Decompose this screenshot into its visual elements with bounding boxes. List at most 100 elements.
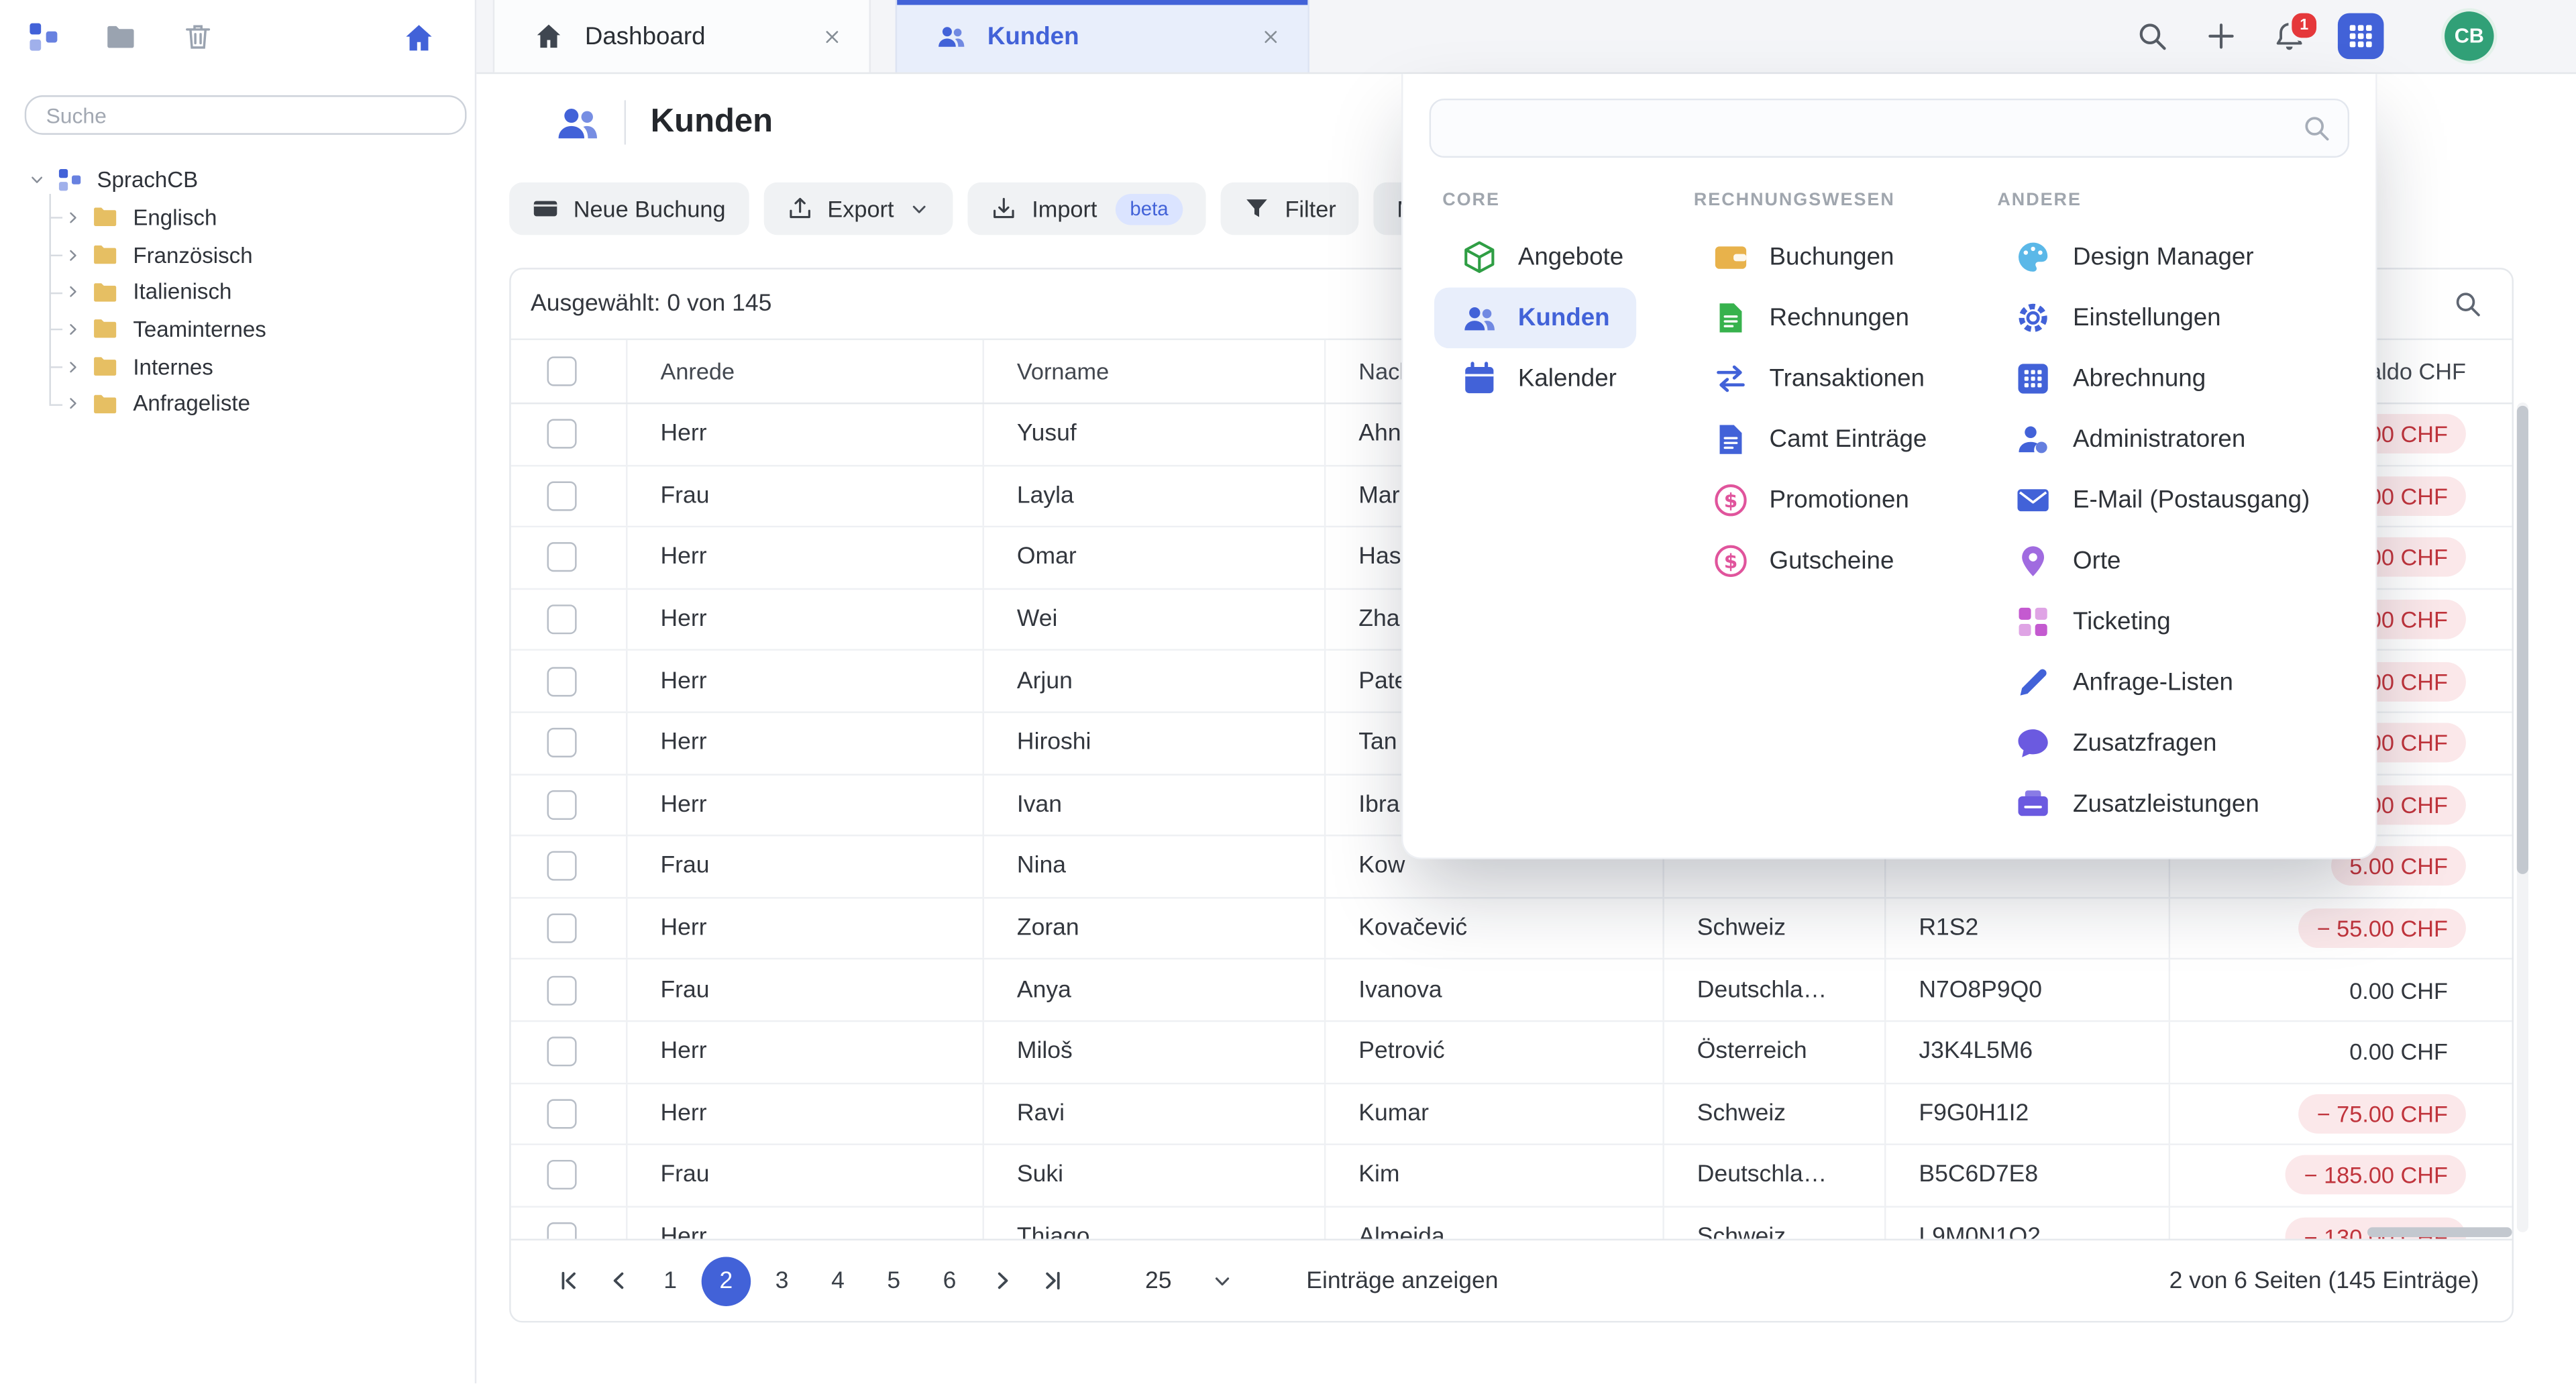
- cell-saldo: 0.00 CHF: [2170, 1022, 2512, 1082]
- tree-item-franzoesisch[interactable]: Französisch: [0, 236, 475, 274]
- row-checkbox[interactable]: [547, 1099, 577, 1128]
- page-button-5[interactable]: 5: [869, 1256, 918, 1305]
- launcher-item-label: Transaktionen: [1770, 365, 1925, 393]
- notifications-button[interactable]: 1: [2272, 19, 2306, 53]
- tree-item-anfrageliste[interactable]: Anfrageliste: [0, 385, 475, 423]
- table-search-icon[interactable]: [2453, 289, 2482, 319]
- row-checkbox[interactable]: [547, 729, 577, 758]
- row-checkbox[interactable]: [547, 543, 577, 572]
- launcher-item-buchungen[interactable]: Buchungen: [1686, 227, 1921, 288]
- launcher-item-einstellungen[interactable]: Einstellungen: [1989, 288, 2247, 349]
- launcher-item-zusatzfragen[interactable]: Zusatzfragen: [1989, 713, 2243, 774]
- launcher-item-rechnungen[interactable]: Rechnungen: [1686, 288, 1935, 349]
- horizontal-scrollbar-thumb[interactable]: [2367, 1227, 2512, 1237]
- row-checkbox[interactable]: [547, 604, 577, 634]
- export-button[interactable]: Export: [763, 182, 953, 235]
- row-checkbox[interactable]: [547, 1037, 577, 1067]
- search-button[interactable]: [2134, 19, 2168, 53]
- launcher-item-design-manager[interactable]: Design Manager: [1989, 227, 2280, 288]
- launcher-item-promotionen[interactable]: Promotionen: [1686, 470, 1935, 531]
- vertical-scrollbar-thumb[interactable]: [2517, 406, 2528, 874]
- chevron-right-icon[interactable]: [62, 319, 82, 339]
- row-checkbox[interactable]: [547, 666, 577, 696]
- table-row[interactable]: Herr Ravi Kumar Schweiz F9G0H1I2 − 75.00…: [511, 1083, 2512, 1145]
- close-icon[interactable]: [821, 25, 843, 47]
- funnel-icon: [1244, 195, 1270, 221]
- first-page-button[interactable]: [544, 1256, 593, 1305]
- page-button-4[interactable]: 4: [813, 1256, 862, 1305]
- tree-item-internes[interactable]: Internes: [0, 348, 475, 386]
- trash-button[interactable]: [180, 21, 213, 54]
- tree-item-italienisch[interactable]: Italienisch: [0, 273, 475, 311]
- chevron-down-icon[interactable]: [26, 170, 46, 189]
- saldo-badge: − 185.00 CHF: [2286, 1156, 2466, 1195]
- sidebar-search-input[interactable]: [25, 95, 467, 135]
- vertical-scrollbar-track[interactable]: [2517, 403, 2528, 1232]
- page-button-3[interactable]: 3: [757, 1256, 806, 1305]
- row-checkbox[interactable]: [547, 852, 577, 882]
- chevron-right-icon[interactable]: [62, 357, 82, 376]
- folder-button[interactable]: [103, 21, 136, 54]
- row-checkbox[interactable]: [547, 914, 577, 943]
- chevron-right-icon[interactable]: [62, 394, 82, 413]
- avatar[interactable]: CB: [2445, 11, 2493, 60]
- launcher-item-anfrage-listen[interactable]: Anfrage-Listen: [1989, 652, 2259, 713]
- page-size-select[interactable]: 25: [1145, 1267, 1234, 1293]
- section-title: RECHNUNGSWESEN: [1694, 191, 1997, 210]
- launcher-item-orte[interactable]: Orte: [1989, 531, 2147, 592]
- page-button-2[interactable]: 2: [702, 1256, 751, 1305]
- envelope-icon: [2015, 482, 2051, 519]
- launcher-item-abrechnung[interactable]: Abrechnung: [1989, 348, 2232, 409]
- column-header-anrede[interactable]: Anrede: [628, 340, 984, 403]
- tree-view-button[interactable]: [26, 21, 59, 54]
- page-button-1[interactable]: 1: [645, 1256, 694, 1305]
- page-button-6[interactable]: 6: [925, 1256, 974, 1305]
- neue-buchung-button[interactable]: Neue Buchung: [509, 182, 749, 235]
- table-row[interactable]: Herr Zoran Kovačević Schweiz R1S2 − 55.0…: [511, 898, 2512, 960]
- launcher-search: [1430, 99, 2349, 158]
- select-all-checkbox[interactable]: [547, 356, 577, 386]
- tab-dashboard[interactable]: Dashboard: [493, 0, 871, 72]
- launcher-item-email-postausgang[interactable]: E-Mail (Postausgang): [1989, 470, 2336, 531]
- launcher-item-administratoren[interactable]: Administratoren: [1989, 409, 2271, 470]
- launcher-item-angebote[interactable]: Angebote: [1434, 227, 1650, 288]
- tree-item-teaminternes[interactable]: Teaminternes: [0, 311, 475, 348]
- previous-page-button[interactable]: [593, 1256, 642, 1305]
- chevron-right-icon[interactable]: [62, 282, 82, 302]
- row-checkbox[interactable]: [547, 975, 577, 1005]
- column-header-vorname[interactable]: Vorname: [984, 340, 1326, 403]
- row-checkbox[interactable]: [547, 1161, 577, 1190]
- add-button[interactable]: [2203, 19, 2237, 53]
- tab-label: Kunden: [987, 22, 1079, 50]
- chevron-right-icon[interactable]: [62, 245, 82, 264]
- last-page-button[interactable]: [1027, 1256, 1076, 1305]
- home-button[interactable]: [402, 21, 435, 54]
- table-row[interactable]: Herr Miloš Petrović Österreich J3K4L5M6 …: [511, 1022, 2512, 1083]
- launcher-item-gutscheine[interactable]: Gutscheine: [1686, 531, 1921, 592]
- launcher-item-camt-eintraege[interactable]: Camt Einträge: [1686, 409, 1953, 470]
- launcher-item-kunden[interactable]: Kunden: [1434, 288, 1636, 349]
- launcher-item-transaktionen[interactable]: Transaktionen: [1686, 348, 1951, 409]
- row-checkbox[interactable]: [547, 790, 577, 820]
- row-checkbox[interactable]: [547, 419, 577, 449]
- tab-kunden[interactable]: Kunden: [896, 0, 1309, 72]
- launcher-item-zusatzleistungen[interactable]: Zusatzleistungen: [1989, 774, 2286, 835]
- chevron-right-icon[interactable]: [62, 207, 82, 227]
- cell-anrede: Herr: [628, 528, 984, 588]
- launcher-search-input[interactable]: [1430, 99, 2349, 158]
- table-row[interactable]: Frau Suki Kim Deutschla… B5C6D7E8 − 185.…: [511, 1145, 2512, 1207]
- filter-button[interactable]: Filter: [1221, 182, 1359, 235]
- row-checkbox[interactable]: [547, 481, 577, 511]
- launcher-item-label: Gutscheine: [1770, 547, 1894, 576]
- close-icon[interactable]: [1260, 25, 1281, 47]
- cell-anrede: Frau: [628, 1145, 984, 1206]
- next-page-button[interactable]: [977, 1256, 1026, 1305]
- tree-root-sprachcb[interactable]: SprachCB: [0, 161, 475, 199]
- launcher-item-ticketing[interactable]: Ticketing: [1989, 592, 2197, 653]
- tree-item-englisch[interactable]: Englisch: [0, 199, 475, 236]
- apps-grid-button[interactable]: [2338, 13, 2384, 60]
- package-icon: [1460, 239, 1497, 275]
- launcher-item-kalender[interactable]: Kalender: [1434, 348, 1643, 409]
- import-button[interactable]: Import beta: [968, 182, 1206, 235]
- table-row[interactable]: Frau Anya Ivanova Deutschla… N7O8P9Q0 0.…: [511, 960, 2512, 1022]
